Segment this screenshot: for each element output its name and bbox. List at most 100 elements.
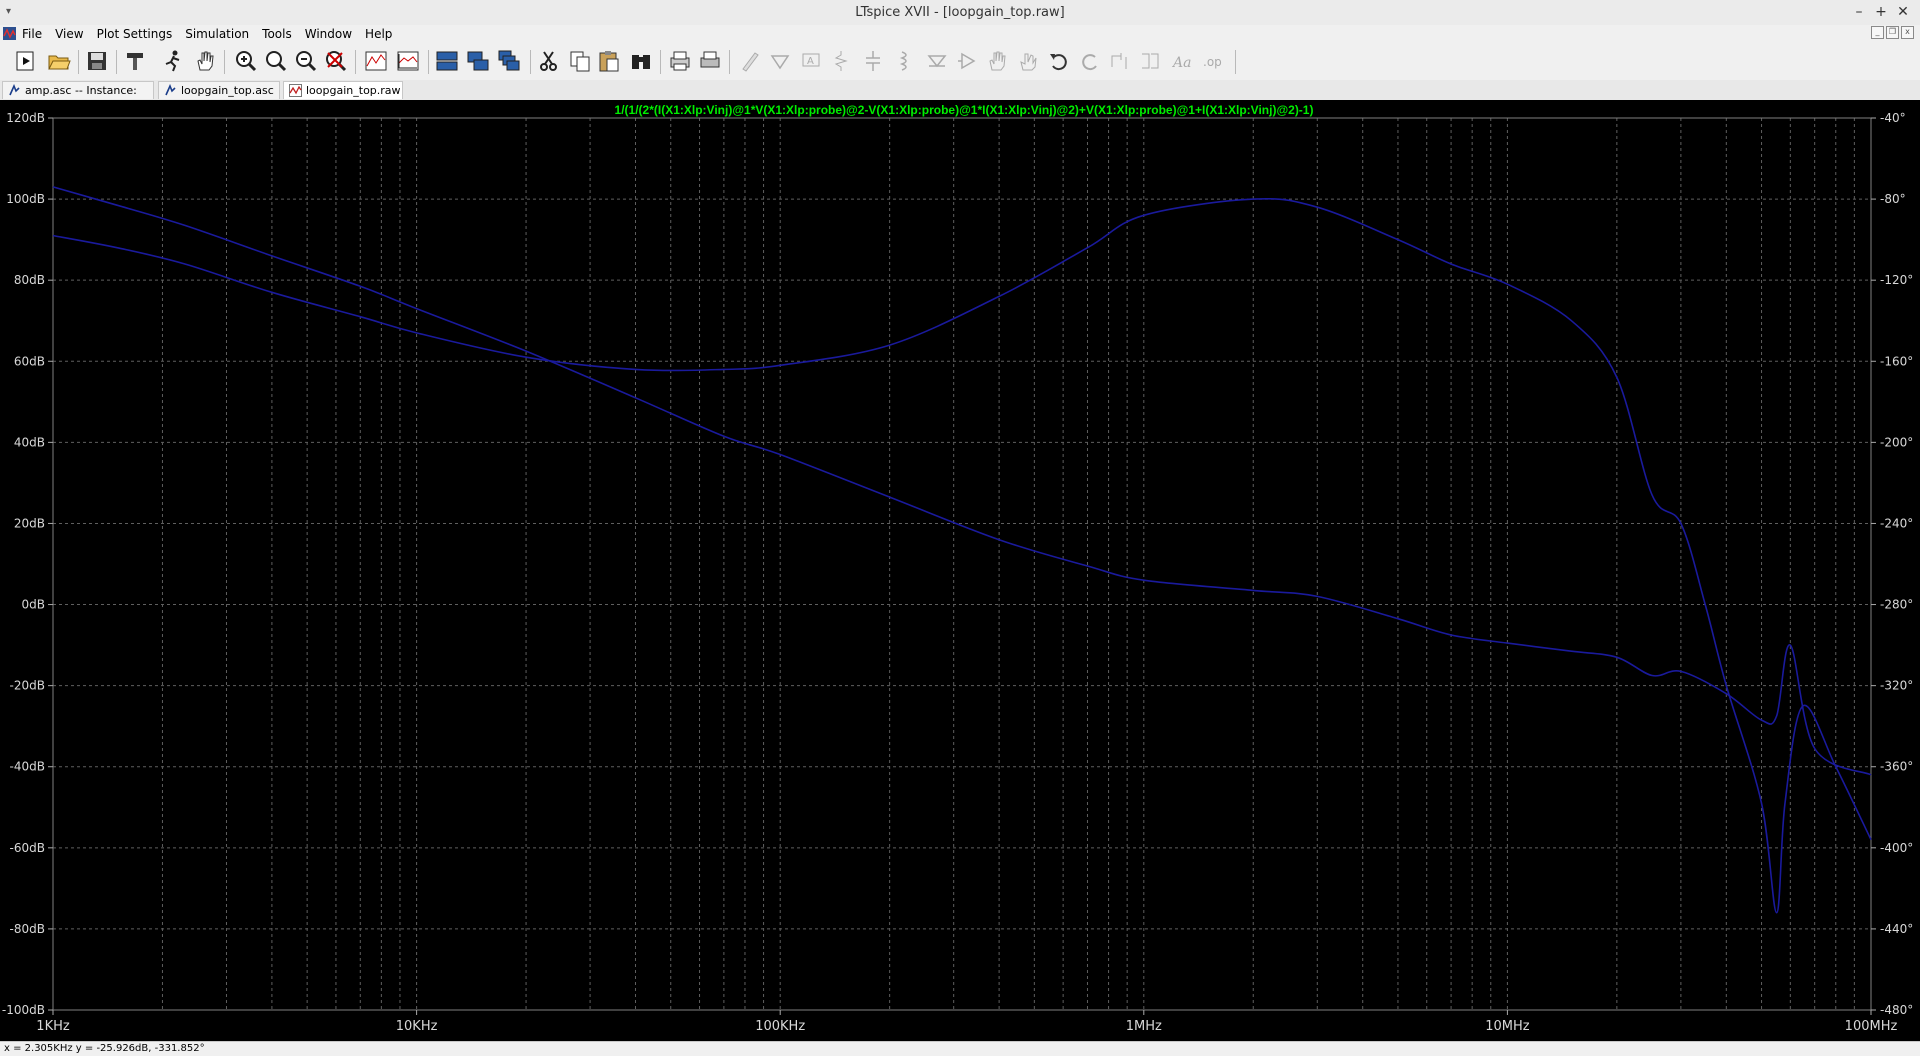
resistor-icon <box>828 48 854 74</box>
y-left-tick-label: -60dB <box>10 841 45 855</box>
y-left-tick-label: 120dB <box>6 111 45 125</box>
y-left-tick-label: -20dB <box>10 679 45 693</box>
mdi-restore-button[interactable]: ❐ <box>1886 26 1899 39</box>
y-right-tick-label: -400° <box>1880 841 1913 855</box>
menu-simulation[interactable]: Simulation <box>185 25 256 44</box>
schematic-icon <box>165 84 176 96</box>
capacitor-icon <box>860 48 886 74</box>
toolbar-separator <box>355 50 356 74</box>
redo-icon <box>1077 48 1103 74</box>
tab-amp-asc[interactable]: amp.asc -- Instance: X1 <box>2 81 154 115</box>
pan-hand-icon[interactable] <box>192 48 218 74</box>
svg-text:Aa: Aa <box>1171 55 1191 71</box>
mirror-icon <box>1137 48 1163 74</box>
toolbar-separator <box>1235 50 1236 74</box>
document-tabs: amp.asc -- Instance: X1 loopgain_top.asc… <box>0 80 1920 115</box>
zoom-in-icon[interactable] <box>233 48 259 74</box>
print-icon[interactable] <box>667 48 693 74</box>
tile-vertical-icon[interactable] <box>465 48 491 74</box>
mdi-close-button[interactable]: x <box>1901 26 1914 39</box>
y-right-tick-label: -200° <box>1880 435 1913 449</box>
move-hand-icon <box>984 48 1010 74</box>
tab-loopgain-top-raw[interactable]: loopgain_top.raw <box>283 81 403 99</box>
toolbar-separator <box>78 50 79 74</box>
paste-icon[interactable] <box>596 48 622 74</box>
y-right-tick-label: -40° <box>1880 111 1906 125</box>
control-panel-hammer-icon[interactable] <box>122 48 148 74</box>
draw-wire-pencil-icon <box>737 48 763 74</box>
find-binoculars-icon[interactable] <box>628 48 654 74</box>
inductor-icon <box>892 48 918 74</box>
maximize-button[interactable]: + <box>1870 0 1892 25</box>
plot-frame <box>52 117 1872 1011</box>
zoom-out-icon[interactable] <box>293 48 319 74</box>
run-simulation-icon[interactable] <box>13 48 39 74</box>
zoom-fit-icon[interactable] <box>323 48 349 74</box>
toolbar-separator <box>116 50 117 74</box>
y-left-tick-label: -100dB <box>2 1003 45 1017</box>
save-icon[interactable] <box>84 48 110 74</box>
tile-horizontal-icon[interactable] <box>434 48 460 74</box>
text-icon: Aa <box>1170 48 1196 74</box>
window-titlebar: ▾ LTspice XVII - [loopgain_top.raw] – + … <box>0 0 1920 26</box>
svg-text:A: A <box>807 56 814 67</box>
cascade-windows-icon[interactable] <box>496 48 522 74</box>
y-right-tick-label: -160° <box>1880 354 1913 368</box>
toolbar-separator <box>729 50 730 74</box>
close-button[interactable]: ✕ <box>1892 0 1914 25</box>
x-tick-label: 100KHz <box>755 1019 805 1034</box>
plot-traces <box>52 186 1872 914</box>
mdi-controls: _ ❐ x <box>1871 26 1914 39</box>
waveform-icon <box>289 84 302 97</box>
y-right-tick-label: -120° <box>1880 273 1913 287</box>
y-right-tick-label: -480° <box>1880 1003 1913 1017</box>
minimize-button[interactable]: – <box>1848 0 1870 25</box>
y-right-tick-label: -440° <box>1880 922 1913 936</box>
y-left-tick-label: 60dB <box>14 354 45 368</box>
y-right-tick-label: -280° <box>1880 598 1913 612</box>
trace-expression-label[interactable]: 1/(1/(2*(I(X1:Xlp:Vinj)@1*V(X1:Xlp:probe… <box>615 103 1314 117</box>
zoom-back-icon[interactable] <box>263 48 289 74</box>
print-setup-icon[interactable] <box>697 48 723 74</box>
rotate-icon <box>1107 48 1133 74</box>
menu-file[interactable]: File <box>22 25 49 44</box>
status-bar: x = 2.305KHz y = -25.926dB, -331.852° <box>0 1041 1920 1056</box>
y-right-tick-label: -320° <box>1880 679 1913 693</box>
component-icon <box>954 48 980 74</box>
y-left-tick-label: -80dB <box>10 922 45 936</box>
y-right-tick-label: -360° <box>1880 760 1913 774</box>
ground-icon <box>767 48 793 74</box>
tab-label: loopgain_top.asc <box>181 84 274 97</box>
halt-simulation-runner-icon[interactable] <box>160 48 186 74</box>
menu-tools[interactable]: Tools <box>262 25 299 44</box>
magnitude-trace <box>52 186 1872 776</box>
mdi-minimize-button[interactable]: _ <box>1871 26 1884 39</box>
waveform-plot-pane[interactable]: 1KHz 10KHz 100KHz 1MHz 10MHz 100MHz 120dB 100d… <box>0 100 1920 1041</box>
menu-help[interactable]: Help <box>365 25 399 44</box>
manual-limits-plot-icon[interactable] <box>395 48 421 74</box>
toolbar: A Aa .op <box>0 44 1920 81</box>
plot-grid <box>52 117 1871 1011</box>
tab-loopgain-top-asc[interactable]: loopgain_top.asc <box>158 81 280 99</box>
y-right-tick-label: -80° <box>1880 192 1906 206</box>
right-y-axis-ticks: -40° -80° -120° -160° -200° -240° -280° -320° -3… <box>1871 111 1913 1017</box>
autorange-plot-icon[interactable] <box>363 48 389 74</box>
x-tick-label: 1MHz <box>1126 1019 1162 1034</box>
menu-view[interactable]: View <box>55 25 90 44</box>
diode-icon <box>924 48 950 74</box>
y-right-tick-label: -240° <box>1880 516 1913 530</box>
x-tick-label: 100MHz <box>1845 1019 1898 1034</box>
menu-window[interactable]: Window <box>305 25 359 44</box>
cursor-readout: x = 2.305KHz y = -25.926dB, -331.852° <box>4 1043 205 1054</box>
undo-icon[interactable] <box>1046 48 1072 74</box>
copy-icon[interactable] <box>567 48 593 74</box>
spice-directive-icon: .op <box>1200 48 1226 74</box>
toolbar-separator <box>224 50 225 74</box>
x-axis-ticks: 1KHz 10KHz 100KHz 1MHz 10MHz 100MHz <box>36 1010 1897 1034</box>
x-tick-label: 10KHz <box>396 1019 438 1034</box>
waveform-plot[interactable]: 1KHz 10KHz 100KHz 1MHz 10MHz 100MHz 120dB 100d… <box>0 100 1920 1041</box>
open-folder-icon[interactable] <box>46 48 72 74</box>
x-tick-label: 10MHz <box>1485 1019 1530 1034</box>
menu-plot-settings[interactable]: Plot Settings <box>97 25 180 44</box>
cut-scissors-icon[interactable] <box>536 48 562 74</box>
